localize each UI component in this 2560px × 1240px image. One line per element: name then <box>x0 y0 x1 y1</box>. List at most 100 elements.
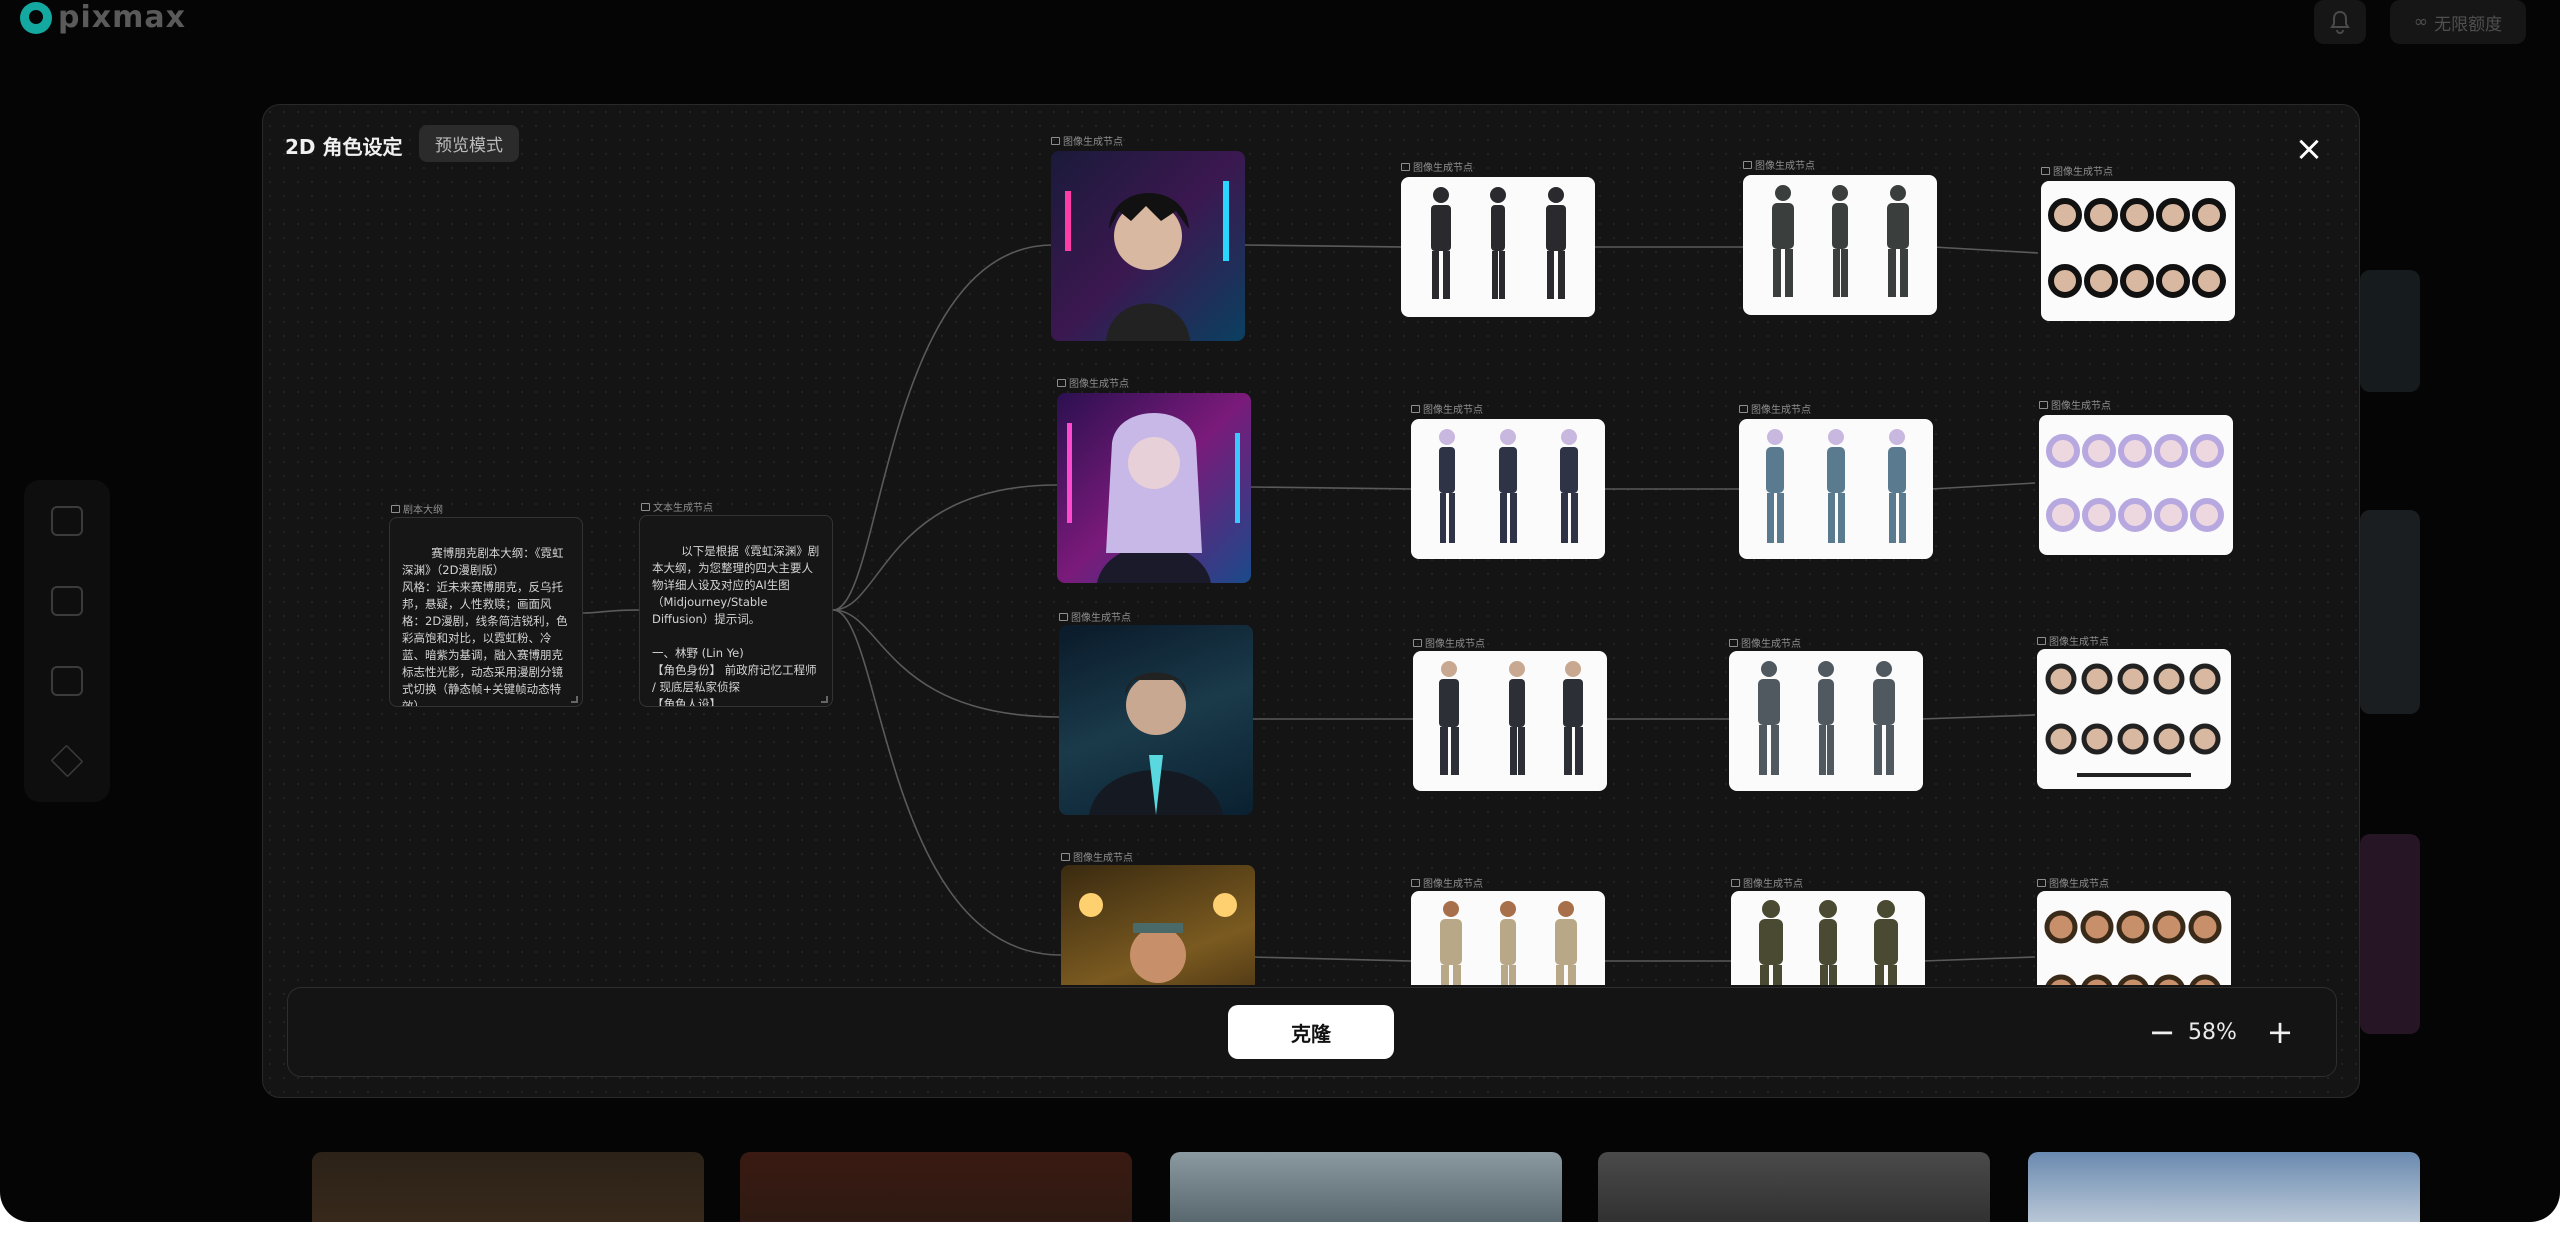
turnaround-sheet[interactable] <box>1411 419 1605 559</box>
document-icon <box>641 502 650 511</box>
image-node-label: 图像生成节点 <box>1731 875 1803 890</box>
image-node-label: 图像生成节点 <box>1057 375 1129 390</box>
folder-icon[interactable] <box>51 586 83 616</box>
quota-badge[interactable]: ∞ 无限额度 <box>2390 0 2526 44</box>
script-outline-text: 赛博朋克剧本大纲：《霓虹深渊》（2D漫剧版） 风格：近未来赛博朋克，反乌托邦，悬… <box>402 546 568 707</box>
expression-sheet[interactable] <box>2041 181 2235 321</box>
close-icon: × <box>2294 129 2324 169</box>
character-silhouette <box>1067 413 1240 583</box>
image-node-label: 图像生成节点 <box>2039 397 2111 412</box>
expression-sheet[interactable] <box>2037 891 2231 985</box>
minus-icon: − <box>2148 1013 2176 1051</box>
layers-icon[interactable] <box>50 744 84 778</box>
quota-label: 无限额度 <box>2434 14 2503 35</box>
image-node-label: 图像生成节点 <box>1413 635 1485 650</box>
image-node-label: 图像生成节点 <box>1729 635 1801 650</box>
left-sidebar <box>24 480 110 802</box>
image-node-label: 图像生成节点 <box>1411 875 1483 890</box>
image-node-label: 图像生成节点 <box>1061 849 1133 864</box>
resize-handle[interactable] <box>571 696 578 703</box>
app-window: pixmax ∞ 无限额度 剧本大纲 赛博朋克剧本大纲：《霓虹深渊》（2D漫剧版… <box>0 0 2560 1222</box>
infinity-icon: ∞ <box>2413 12 2429 32</box>
calendar-icon[interactable] <box>51 506 83 536</box>
character-portrait-executive[interactable] <box>1059 625 1253 815</box>
script-outline-node[interactable]: 赛博朋克剧本大纲：《霓虹深渊》（2D漫剧版） 风格：近未来赛博朋克，反乌托邦，悬… <box>389 517 583 707</box>
gallery-thumbnail[interactable] <box>740 1152 1132 1222</box>
expression-faces <box>2044 910 2222 985</box>
image-node-label: 图像生成节点 <box>1059 609 1131 624</box>
gallery-thumbnail[interactable] <box>2360 834 2420 1034</box>
image-icon <box>1057 378 1066 387</box>
image-icon <box>2041 166 2050 175</box>
gallery-thumbnail[interactable] <box>1170 1152 1562 1222</box>
expression-faces <box>2045 663 2221 777</box>
zoom-level: 58% <box>2188 1020 2237 1045</box>
gallery-thumbnail[interactable] <box>2360 510 2420 714</box>
armor-turnaround-sheet[interactable] <box>1731 891 1925 985</box>
image-node-label: 图像生成节点 <box>1051 133 1123 148</box>
turnaround-figures <box>1431 187 1566 299</box>
turnaround-figures <box>1439 429 1578 543</box>
expression-faces <box>2046 434 2224 532</box>
turnaround-sheet[interactable] <box>1401 177 1595 317</box>
image-icon <box>1061 852 1070 861</box>
text-gen-text: 以下是根据《霓虹深渊》剧本大纲，为您整理的四大主要人物详细人设及对应的AI生图（… <box>652 544 820 707</box>
image-icon <box>2037 878 2046 887</box>
image-node-label: 图像生成节点 <box>1743 157 1815 172</box>
image-node-label: 图像生成节点 <box>2037 875 2109 890</box>
close-button[interactable]: × <box>2289 129 2329 169</box>
gallery-thumbnail[interactable] <box>2360 270 2420 392</box>
gallery-thumbnail[interactable] <box>1598 1152 1990 1222</box>
image-icon <box>1731 878 1740 887</box>
clone-button[interactable]: 克隆 <box>1228 1005 1394 1059</box>
armor-figures <box>1772 185 1909 297</box>
character-silhouette <box>1079 893 1237 983</box>
character-portrait-female[interactable] <box>1057 393 1251 583</box>
turnaround-sheet[interactable] <box>1411 891 1605 985</box>
bell-icon <box>2330 10 2350 34</box>
armor-turnaround-sheet[interactable] <box>1739 419 1933 559</box>
zoom-out-button[interactable]: − <box>2140 1010 2184 1054</box>
image-node-label: 图像生成节点 <box>1411 401 1483 416</box>
image-icon <box>1411 878 1420 887</box>
turnaround-figures <box>1439 661 1583 775</box>
text-gen-node[interactable]: 以下是根据《霓虹深渊》剧本大纲，为您整理的四大主要人物详细人设及对应的AI生图（… <box>639 515 833 707</box>
document-icon <box>391 504 400 513</box>
image-icon <box>1729 638 1738 647</box>
image-edit-icon[interactable] <box>51 666 83 696</box>
armor-figures <box>1759 900 1898 985</box>
turnaround-sheet[interactable] <box>1413 651 1607 791</box>
image-icon <box>1739 404 1748 413</box>
image-icon <box>2037 636 2046 645</box>
image-icon <box>1743 160 1752 169</box>
workflow-canvas[interactable]: 剧本大纲 赛博朋克剧本大纲：《霓虹深渊》（2D漫剧版） 风格：近未来赛博朋克，反… <box>263 105 2359 985</box>
zoom-in-button[interactable]: + <box>2258 1010 2302 1054</box>
image-node-label: 图像生成节点 <box>1401 159 1473 174</box>
armor-figures <box>1766 429 1906 543</box>
image-icon <box>2039 400 2048 409</box>
gallery-thumbnail[interactable] <box>312 1152 704 1222</box>
armor-figures <box>1758 661 1895 775</box>
character-silhouette <box>1065 181 1229 341</box>
notification-button[interactable] <box>2314 0 2366 44</box>
expression-sheet[interactable] <box>2039 415 2233 555</box>
bottom-toolbar: 克隆 − 58% + <box>287 987 2337 1077</box>
resize-handle[interactable] <box>821 696 828 703</box>
script-outline-label: 剧本大纲 <box>391 501 443 516</box>
character-portrait-lin-ye[interactable] <box>1051 151 1245 341</box>
image-node-label: 图像生成节点 <box>2041 163 2113 178</box>
image-icon <box>1413 638 1422 647</box>
image-icon <box>1411 404 1420 413</box>
plus-icon: + <box>2266 1013 2294 1051</box>
pixmax-logo[interactable]: pixmax <box>20 0 186 35</box>
image-icon <box>1059 612 1068 621</box>
modal-title: 2D 角色设定 <box>285 135 403 159</box>
armor-turnaround-sheet[interactable] <box>1743 175 1937 315</box>
brand-name: pixmax <box>58 0 186 35</box>
workflow-preview-modal: 剧本大纲 赛博朋克剧本大纲：《霓虹深渊》（2D漫剧版） 风格：近未来赛博朋克，反… <box>262 104 2360 1098</box>
character-portrait-engineer[interactable] <box>1061 865 1255 985</box>
gallery-thumbnail[interactable] <box>2028 1152 2420 1222</box>
expression-sheet[interactable] <box>2037 649 2231 789</box>
image-icon <box>1051 136 1060 145</box>
armor-turnaround-sheet[interactable] <box>1729 651 1923 791</box>
